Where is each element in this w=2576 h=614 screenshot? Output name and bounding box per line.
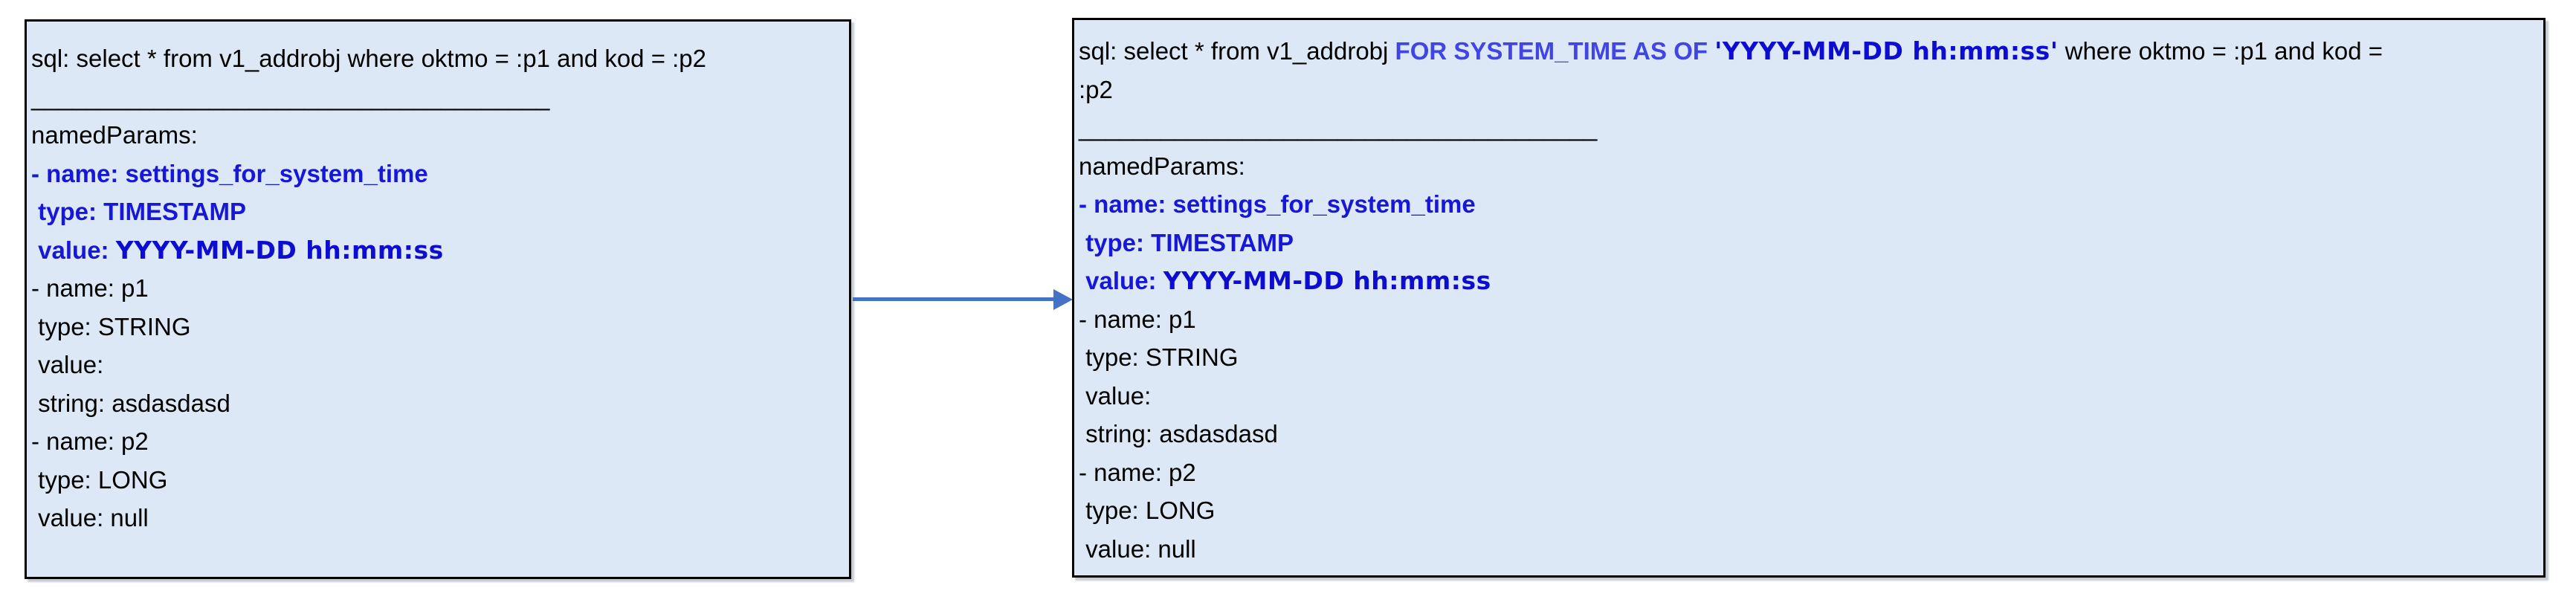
text-segment-plain: - name: p2 [1079, 458, 1196, 486]
sql-query-box-before: sql: select * from v1_addrobj where oktm… [25, 19, 851, 579]
text-segment-plain: - name: p1 [1079, 305, 1196, 333]
arrow-shaft [853, 297, 1058, 301]
param-settings-value: value: YYYY-MM-DD hh:mm:ss [31, 231, 843, 270]
sql-line-1: sql: select * from v1_addrobj FOR SYSTEM… [1079, 32, 2536, 71]
text-segment-plain: - name: p1 [31, 274, 149, 302]
text-segment-plain: value: [31, 351, 104, 378]
text-segment-emph: YYYY-MM-DD hh:mm:ss [115, 235, 444, 265]
separator-line: ______________________________________ [1079, 109, 2536, 147]
param-p2-value: value: null [1079, 530, 2536, 569]
param-p2-name: - name: p2 [1079, 453, 2536, 492]
text-segment-plain: - name: p2 [31, 427, 149, 455]
text-segment-plain: where oktmo = :p1 and kod = [2058, 37, 2383, 65]
text-segment-plain: namedParams: [31, 121, 198, 149]
text-segment-param: value: [31, 236, 116, 264]
param-p1-string: string: asdasdasd [31, 384, 843, 423]
text-segment-param: type: TIMESTAMP [1079, 228, 1294, 256]
text-segment-param: value: [1079, 267, 1163, 294]
text-segment-plain: ______________________________________ [31, 83, 550, 111]
transform-arrow [853, 288, 1073, 311]
sql-query-box-after: sql: select * from v1_addrobj FOR SYSTEM… [1072, 18, 2546, 578]
param-p2-type: type: LONG [1079, 491, 2536, 530]
param-settings-type: type: TIMESTAMP [1079, 224, 2536, 262]
text-segment-plain: type: STRING [1079, 343, 1239, 371]
param-p1-type: type: STRING [1079, 338, 2536, 377]
text-segment-plain: sql: select * from v1_addrobj where oktm… [31, 45, 707, 72]
text-segment-param: - name: settings_for_system_time [31, 159, 428, 187]
text-segment-plain: :p2 [1079, 75, 1113, 103]
param-p1-name: - name: p1 [1079, 300, 2536, 339]
text-segment-param: type: TIMESTAMP [31, 198, 247, 225]
text-segment-plain: type: LONG [1079, 497, 1216, 524]
text-segment-plain: ______________________________________ [1079, 114, 1598, 141]
text-segment-param: - name: settings_for_system_time [1079, 190, 1476, 218]
param-p2-name: - name: p2 [31, 422, 843, 461]
param-p1-string: string: asdasdasd [1079, 415, 2536, 453]
param-p1-value: value: [31, 346, 843, 384]
text-segment-plain: namedParams: [1079, 152, 1245, 180]
named-params-label: namedParams: [1079, 147, 2536, 186]
separator-line: ______________________________________ [31, 78, 843, 117]
param-p2-type: type: LONG [31, 461, 843, 500]
text-segment-emph: 'YYYY-MM-DD hh:mm:ss' [1714, 36, 2059, 65]
arrow-head-icon [1053, 289, 1073, 310]
param-p2-value: value: null [31, 499, 843, 537]
text-segment-plain: string: asdasdasd [1079, 420, 1278, 447]
param-settings-value: value: YYYY-MM-DD hh:mm:ss [1079, 262, 2536, 300]
text-segment-keyword: FOR SYSTEM_TIME AS OF [1395, 37, 1715, 65]
text-segment-plain: value: [1079, 381, 1152, 410]
param-p1-name: - name: p1 [31, 269, 843, 308]
text-segment-plain: value: null [1079, 534, 1196, 563]
param-p1-type: type: STRING [31, 308, 843, 346]
param-settings-type: type: TIMESTAMP [31, 193, 843, 231]
sql-line: sql: select * from v1_addrobj where oktm… [31, 39, 843, 78]
param-settings-name: - name: settings_for_system_time [1079, 185, 2536, 224]
param-settings-name: - name: settings_for_system_time [31, 155, 843, 193]
param-p1-value: value: [1079, 377, 2536, 416]
text-segment-plain: value: null [31, 504, 149, 531]
text-segment-plain: type: STRING [31, 312, 191, 340]
sql-line-2: :p2 [1079, 71, 2536, 109]
text-segment-emph: YYYY-MM-DD hh:mm:ss [1163, 266, 1491, 295]
text-segment-plain: type: LONG [31, 465, 168, 494]
slide-canvas: sql: select * from v1_addrobj where oktm… [0, 0, 2576, 614]
text-segment-plain: string: asdasdasd [31, 389, 230, 417]
text-segment-plain: sql: select * from v1_addrobj [1079, 37, 1395, 65]
named-params-label: namedParams: [31, 116, 843, 155]
